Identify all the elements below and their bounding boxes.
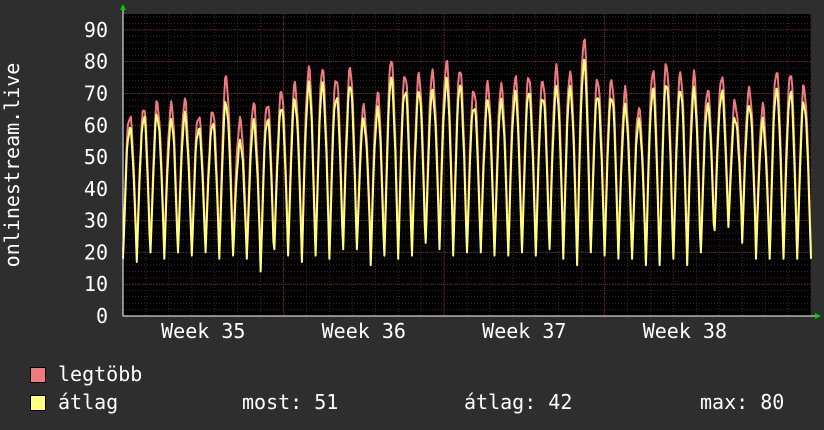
- legend-swatch-max: [30, 367, 46, 383]
- y-tick-label: 0: [96, 304, 108, 328]
- y-tick-label: 50: [84, 145, 108, 169]
- x-tick-label: Week 35: [161, 319, 245, 343]
- legend-swatch-avg: [30, 395, 46, 411]
- stat-now: most: 51: [242, 390, 339, 414]
- x-tick-label: Week 37: [482, 319, 566, 343]
- stat-max: max: 80: [700, 390, 785, 414]
- y-tick-label: 70: [84, 81, 108, 105]
- chart-container: 0 10 20 30 40 50 60 70 80 90 Week 35 Week 36 Week 3…: [0, 0, 824, 430]
- x-tick-label: Week 36: [322, 319, 406, 343]
- y-tick-label: 80: [84, 50, 108, 74]
- x-axis-arrow: [815, 313, 821, 319]
- legend-item-avg: átlag most: 51 átlag: 42 max: 80: [30, 391, 810, 413]
- y-tick-label: 40: [84, 177, 108, 201]
- y-axis-arrow: [120, 4, 126, 10]
- stat-average: átlag: 42: [464, 390, 573, 414]
- x-tick-labels: Week 35 Week 36 Week 37 Week 38: [161, 319, 727, 343]
- y-tick-label: 20: [84, 240, 108, 264]
- legend-label-avg: átlag: [58, 390, 119, 414]
- x-tick-label: Week 38: [643, 319, 727, 343]
- y-tick-labels: 0 10 20 30 40 50 60 70 80 90: [84, 18, 108, 328]
- y-tick-label: 30: [84, 209, 108, 233]
- y-tick-label: 90: [84, 18, 108, 42]
- legend-label-max: legtöbb: [58, 362, 143, 386]
- y-tick-label: 10: [84, 272, 108, 296]
- y-axis-label: onlinestream.live: [0, 63, 24, 268]
- y-tick-label: 60: [84, 113, 108, 137]
